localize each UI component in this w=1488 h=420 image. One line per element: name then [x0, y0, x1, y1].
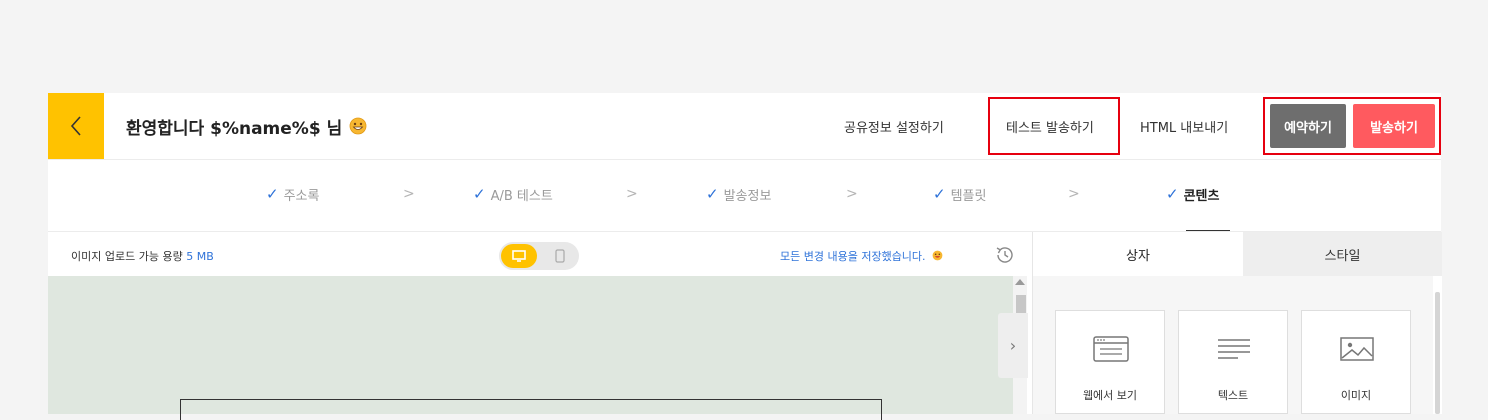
- save-status-text: 모든 변경 내용을 저장했습니다.: [780, 250, 926, 263]
- step-label: 콘텐츠: [1183, 188, 1220, 204]
- checkmark-icon: ✓: [1166, 185, 1179, 203]
- mobile-icon: [555, 249, 565, 263]
- step-label: A/B 테스트: [490, 188, 553, 204]
- upload-capacity-size: 5 MB: [186, 250, 214, 263]
- chevron-right-icon: >: [403, 186, 415, 202]
- campaign-title: 환영합니다 $%name%$ 님: [126, 93, 367, 159]
- checkmark-icon: ✓: [933, 185, 946, 203]
- blocks-panel: 상자 스타일 웹에서 보기 텍스트 이미지: [1032, 232, 1442, 414]
- email-canvas[interactable]: [48, 276, 1013, 414]
- block-text[interactable]: 텍스트: [1178, 310, 1288, 414]
- html-export-button[interactable]: HTML 내보내기: [1140, 93, 1228, 159]
- step-address-book[interactable]: ✓ 주소록: [266, 159, 319, 229]
- step-ab-test[interactable]: ✓ A/B 테스트: [473, 159, 553, 229]
- step-label: 주소록: [283, 188, 320, 204]
- block-label: 웹에서 보기: [1082, 389, 1138, 402]
- mobile-view-button[interactable]: [543, 244, 577, 268]
- block-image[interactable]: 이미지: [1301, 310, 1411, 414]
- chevron-right-icon: >: [846, 186, 858, 202]
- panel-collapse-button[interactable]: ›: [998, 313, 1028, 378]
- schedule-button[interactable]: 예약하기: [1270, 104, 1346, 148]
- email-content-block[interactable]: [180, 399, 882, 420]
- save-status: 모든 변경 내용을 저장했습니다.: [780, 248, 943, 264]
- desktop-icon: [512, 250, 526, 262]
- block-view-on-web[interactable]: 웹에서 보기: [1055, 310, 1165, 414]
- send-button[interactable]: 발송하기: [1353, 104, 1435, 148]
- chevron-right-icon: >: [1068, 186, 1080, 202]
- chevron-left-icon: [70, 116, 81, 136]
- text-lines-icon: [1218, 339, 1250, 359]
- checkmark-icon: ✓: [706, 185, 719, 203]
- history-icon[interactable]: [993, 243, 1017, 267]
- step-send-info[interactable]: ✓ 발송정보: [706, 159, 771, 229]
- step-content[interactable]: ✓ 콘텐츠: [1166, 159, 1219, 229]
- view-mode-toggle: [499, 242, 579, 270]
- block-label: 이미지: [1340, 389, 1372, 402]
- back-button[interactable]: [48, 93, 104, 159]
- grinning-face-emoji-icon: [349, 117, 367, 135]
- block-label: 텍스트: [1217, 389, 1249, 402]
- chevron-right-icon: >: [626, 186, 638, 202]
- canvas-scroll-thumb[interactable]: [1016, 295, 1026, 313]
- checkmark-icon: ✓: [473, 185, 486, 203]
- image-icon: [1340, 337, 1374, 361]
- campaign-title-text: 환영합니다 $%name%$ 님: [126, 118, 343, 139]
- step-template[interactable]: ✓ 템플릿: [933, 159, 986, 229]
- upload-capacity-info: 이미지 업로드 가능 용량 5 MB: [71, 248, 214, 264]
- step-label: 발송정보: [723, 188, 772, 204]
- upload-capacity-label: 이미지 업로드 가능 용량: [71, 250, 183, 263]
- test-send-button[interactable]: 테스트 발송하기: [1006, 93, 1094, 159]
- scroll-up-arrow-icon[interactable]: [1015, 279, 1025, 285]
- panel-scrollbar[interactable]: [1435, 292, 1440, 414]
- step-label: 템플릿: [950, 188, 987, 204]
- campaign-editor: 환영합니다 $%name%$ 님 공유정보 설정하기 테스트 발송하기 HTML…: [48, 93, 1442, 420]
- tab-blocks[interactable]: 상자: [1033, 232, 1243, 276]
- grinning-face-emoji-icon: [932, 250, 943, 261]
- chevron-right-icon: ›: [1009, 336, 1017, 355]
- browser-window-icon: [1093, 336, 1129, 362]
- share-settings-button[interactable]: 공유정보 설정하기: [844, 93, 944, 159]
- tab-style[interactable]: 스타일: [1243, 232, 1442, 276]
- checkmark-icon: ✓: [266, 185, 279, 203]
- desktop-view-button[interactable]: [501, 244, 537, 268]
